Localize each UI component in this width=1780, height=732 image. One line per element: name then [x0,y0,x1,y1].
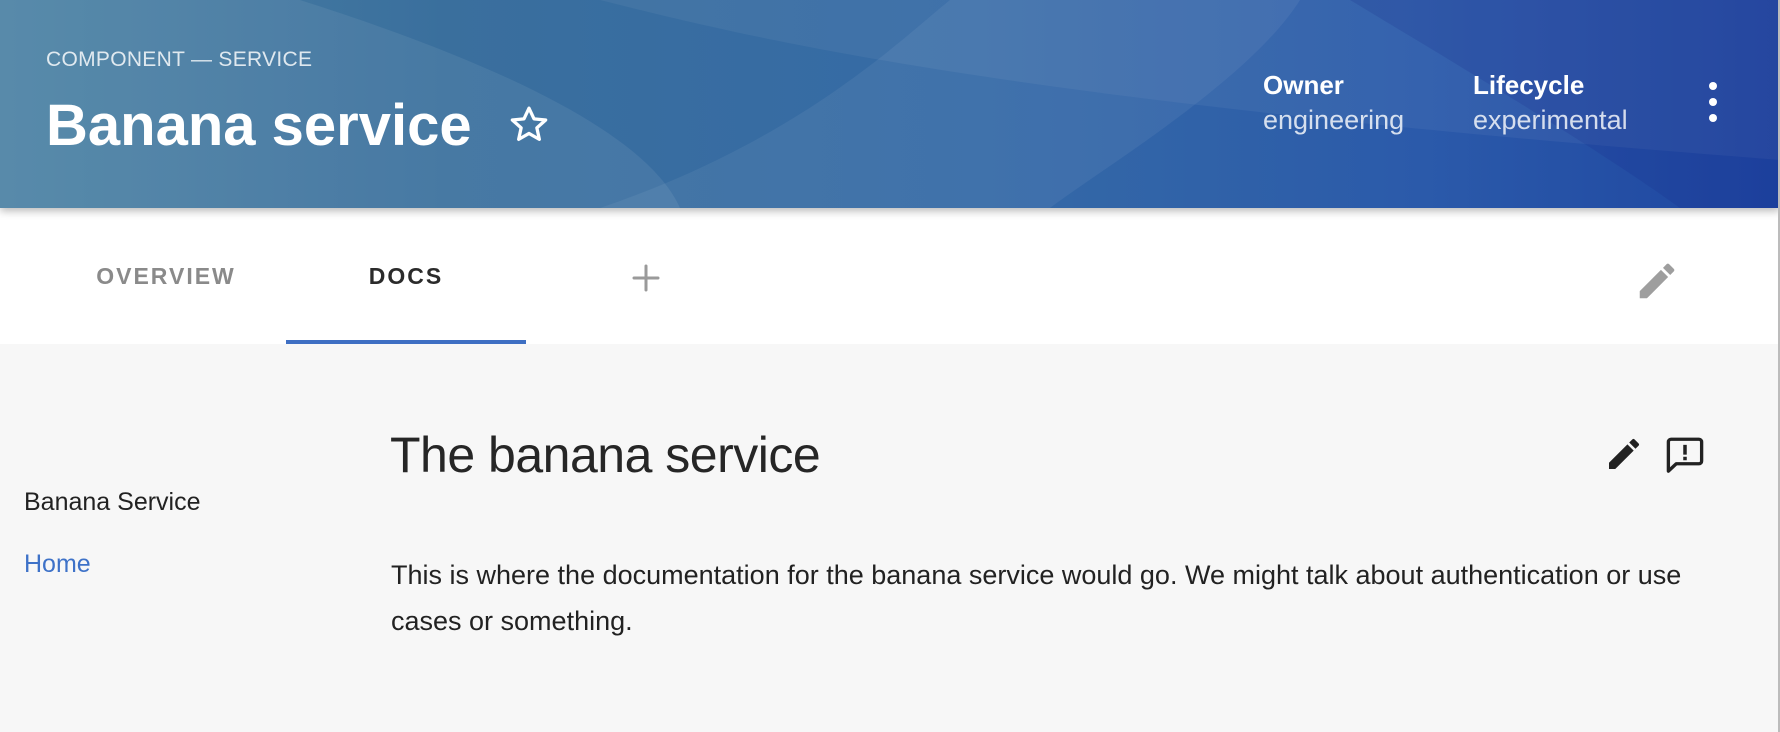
tab-docs-label: DOCS [368,262,444,289]
docs-content-area: Banana Service Home The banana service T… [0,344,1780,732]
active-tab-indicator [286,340,526,344]
more-vert-icon[interactable] [1696,78,1730,126]
lifecycle-field: Lifecycle experimental [1473,68,1628,138]
tab-bar: OVERVIEW DOCS [0,208,1780,344]
entity-kind-label: COMPONENT — SERVICE [46,48,313,71]
pencil-icon[interactable] [1604,434,1644,474]
docs-nav-link-home[interactable]: Home [24,550,91,579]
tab-docs[interactable]: DOCS [286,208,526,344]
lifecycle-label: Lifecycle [1473,70,1585,100]
owner-field: Owner engineering [1263,68,1404,138]
lifecycle-value: experimental [1473,105,1628,135]
entity-header: COMPONENT — SERVICE Banana service Owner… [0,0,1780,208]
pencil-icon[interactable] [1634,258,1680,304]
tab-overview-label: OVERVIEW [96,262,236,289]
docs-nav-title: Banana Service [24,488,201,516]
plus-icon[interactable] [624,256,668,300]
entity-title: Banana service [46,93,472,158]
owner-label: Owner [1263,70,1344,100]
star-icon[interactable] [506,102,552,148]
doc-body: This is where the documentation for the … [391,560,1682,636]
owner-value[interactable]: engineering [1263,102,1404,138]
tab-overview[interactable]: OVERVIEW [46,208,286,344]
feedback-icon[interactable] [1664,434,1706,476]
doc-title: The banana service [390,427,821,483]
